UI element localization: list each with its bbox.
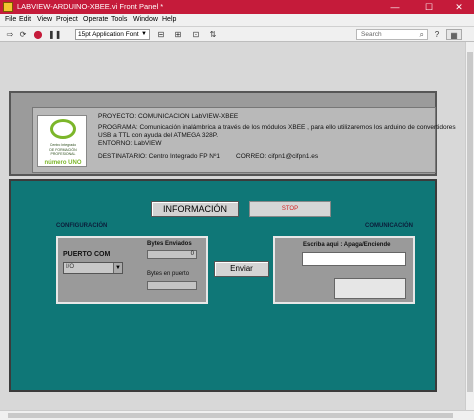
chevron-down-icon[interactable]: ▼ bbox=[113, 263, 122, 273]
align-objects-icon[interactable]: ⊟ bbox=[154, 29, 168, 40]
reorder-icon[interactable]: ⇅ bbox=[206, 29, 220, 40]
window-titlebar: LABVIEW-ARDUINO-XBEE.vi Front Panel * — … bbox=[0, 0, 474, 14]
help-icon[interactable]: ? bbox=[432, 29, 442, 40]
school-logo: Centro Integrado DE FORMACIÓN PROFESIONA… bbox=[37, 115, 87, 167]
menu-help[interactable]: Help bbox=[162, 16, 176, 23]
read-string-indicator bbox=[334, 278, 406, 299]
maximize-button[interactable]: ☐ bbox=[418, 0, 440, 14]
logo-text-line2: DE FORMACIÓN PROFESIONAL bbox=[49, 148, 77, 156]
distribute-objects-icon[interactable]: ⊞ bbox=[170, 29, 186, 40]
info-programa-line2: USB a TTL con ayuda del ATMEGA 328P. bbox=[98, 132, 219, 139]
bytes-enviados-indicator: 0 bbox=[147, 250, 197, 259]
bytes-en-puerto-label: Bytes en puerto bbox=[147, 271, 190, 277]
chevron-down-icon: ▼ bbox=[141, 31, 147, 37]
info-panel: Centro Integrado DE FORMACIÓN PROFESIONA… bbox=[9, 91, 456, 176]
vertical-scrollbar[interactable] bbox=[465, 42, 474, 410]
puerto-com-value: I/O bbox=[66, 264, 75, 270]
info-inner-panel: Centro Integrado DE FORMACIÓN PROFESIONA… bbox=[32, 107, 456, 173]
horizontal-scroll-thumb[interactable] bbox=[8, 413, 453, 418]
run-continuously-icon[interactable]: ⟳ bbox=[18, 29, 28, 40]
minimize-button[interactable]: — bbox=[384, 0, 406, 14]
info-programa-line1: PROGRAMA: Comunicación inalámbrica a tra… bbox=[98, 124, 456, 131]
search-icon: ⌕ bbox=[419, 30, 424, 39]
horizontal-scrollbar[interactable] bbox=[0, 410, 474, 420]
bytes-en-puerto-indicator bbox=[147, 281, 197, 290]
comunicacion-label: COMUNICACIÓN bbox=[365, 223, 413, 229]
escriba-input[interactable] bbox=[302, 252, 406, 266]
run-arrow-icon[interactable]: ⇨ bbox=[5, 29, 15, 40]
stop-button[interactable]: STOP bbox=[249, 201, 331, 217]
logo-text-line1: Centro Integrado bbox=[49, 143, 77, 147]
menu-view[interactable]: View bbox=[37, 16, 52, 23]
menu-bar: File Edit View Project Operate Tools Win… bbox=[0, 14, 474, 27]
informacion-button[interactable]: INFORMACIÓN bbox=[151, 201, 239, 217]
resize-objects-icon[interactable]: ⊡ bbox=[188, 29, 204, 40]
abort-icon[interactable]: ⬤ bbox=[32, 29, 44, 40]
configuracion-label: CONFIGURACIÓN bbox=[56, 223, 108, 229]
search-input[interactable]: Search ⌕ bbox=[356, 29, 428, 40]
main-panel: INFORMACIÓN STOP CONFIGURACIÓN COMUNICAC… bbox=[9, 179, 437, 392]
info-destinatario: DESTINATARIO: Centro Integrado FP Nº1 bbox=[98, 153, 220, 160]
menu-file[interactable]: File bbox=[5, 16, 16, 23]
toolbar: ⇨ ⟳ ⬤ ❚❚ 15pt Application Font ▼ ⊟ ⊞ ⊡ ⇅… bbox=[0, 27, 474, 42]
close-button[interactable]: ✕ bbox=[448, 0, 470, 14]
logo-mark bbox=[50, 119, 76, 139]
menu-edit[interactable]: Edit bbox=[19, 16, 31, 23]
menu-tools[interactable]: Tools bbox=[111, 16, 127, 23]
vi-icon[interactable]: ▦ bbox=[446, 29, 462, 40]
info-entorno: ENTORNO: LabVIEW bbox=[98, 140, 162, 147]
labview-app-icon bbox=[3, 2, 13, 12]
bytes-enviados-label: Bytes Enviados bbox=[147, 241, 192, 247]
configuracion-box: PUERTO COM I/O ▼ Bytes Enviados 0 Bytes … bbox=[56, 236, 208, 304]
escriba-label: Escriba aqui : Apaga/Enciende bbox=[303, 242, 391, 248]
bytes-enviados-value: 0 bbox=[190, 251, 194, 257]
puerto-com-label: PUERTO COM bbox=[63, 251, 111, 258]
font-selector-label: 15pt Application Font bbox=[78, 31, 139, 38]
enviar-button[interactable]: Enviar bbox=[214, 261, 269, 277]
info-proyecto: PROYECTO: COMUNICACION LabVIEW-XBEE bbox=[98, 113, 239, 120]
font-selector[interactable]: 15pt Application Font ▼ bbox=[75, 29, 150, 40]
window-title: LABVIEW-ARDUINO-XBEE.vi Front Panel * bbox=[17, 2, 164, 11]
vertical-scroll-thumb[interactable] bbox=[467, 52, 473, 392]
logo-brand: número UNO bbox=[44, 160, 82, 166]
search-placeholder: Search bbox=[361, 31, 382, 38]
menu-window[interactable]: Window bbox=[133, 16, 158, 23]
front-panel-canvas: Centro Integrado DE FORMACIÓN PROFESIONA… bbox=[0, 42, 465, 410]
puerto-com-select[interactable]: I/O ▼ bbox=[63, 262, 123, 274]
comunicacion-box: Escriba aqui : Apaga/Enciende bbox=[273, 236, 415, 304]
menu-project[interactable]: Project bbox=[56, 16, 78, 23]
pause-icon[interactable]: ❚❚ bbox=[48, 29, 61, 40]
info-correo: CORREO: cifpn1@cifpn1.es bbox=[236, 153, 319, 160]
menu-operate[interactable]: Operate bbox=[83, 16, 108, 23]
